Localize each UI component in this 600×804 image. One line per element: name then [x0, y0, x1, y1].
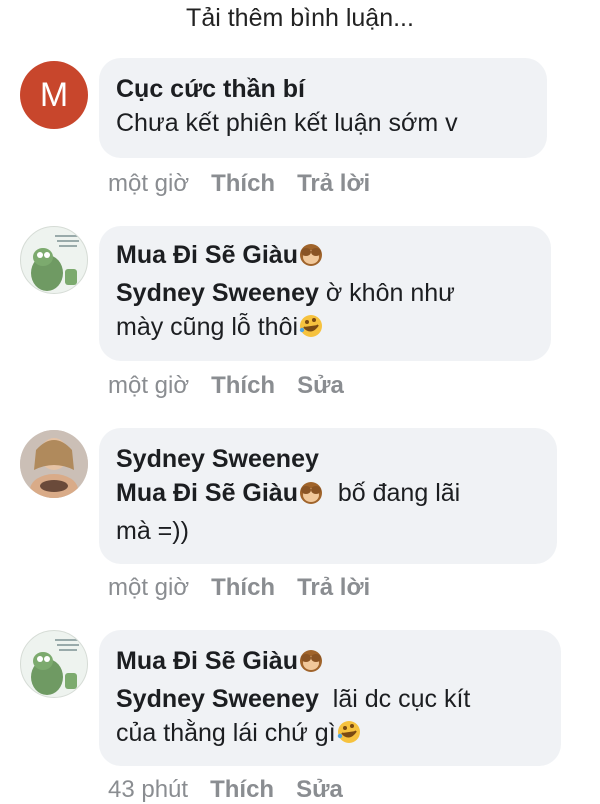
pepe-avatar-icon	[31, 639, 81, 695]
like-button[interactable]: Thích	[211, 574, 275, 602]
comment-actions: một giờ Thích Trả lời	[108, 170, 392, 198]
comment-time: một giờ	[108, 574, 190, 601]
comment-text-line1: ờ khôn như	[318, 279, 455, 307]
see-no-evil-monkey-emoji-icon	[298, 647, 324, 682]
comment-text-row2: mày cũng lỗ thôi	[116, 310, 533, 348]
comment-author[interactable]: Mua Đi Sẽ Giàu	[116, 644, 543, 682]
mention-name: Mua Đi Sẽ Giàu	[116, 479, 298, 507]
comment-text-line2: mà =))	[116, 517, 189, 545]
comment-text-line2: của thằng lái chứ gì	[116, 719, 336, 747]
comment-time: một giờ	[108, 170, 190, 197]
comment-author-name: Mua Đi Sẽ Giàu	[116, 647, 298, 675]
mention-tag[interactable]: Mua Đi Sẽ Giàu	[116, 479, 324, 507]
avatar[interactable]	[20, 630, 88, 698]
load-more-comments-link[interactable]: Tải thêm bình luận...	[0, 0, 600, 40]
comment-text-line1: lãi dc cục kít	[318, 685, 471, 713]
avatar[interactable]: M	[20, 61, 88, 129]
profile-photo-icon	[20, 430, 88, 498]
reply-button[interactable]: Trả lời	[297, 170, 370, 198]
reply-button[interactable]: Trả lời	[297, 574, 370, 602]
mention-tag[interactable]: Sydney Sweeney	[116, 279, 319, 307]
comment-author[interactable]: Cục cức thần bí	[116, 72, 529, 106]
rolling-laughing-emoji-icon	[298, 313, 324, 348]
comment-bubble: Cục cức thần bí Chưa kết phiên kết luận …	[99, 58, 547, 158]
avatar[interactable]	[20, 226, 88, 294]
comment-actions: một giờ Thích Trả lời	[108, 574, 392, 602]
comment-author-name: Mua Đi Sẽ Giàu	[116, 241, 298, 269]
avatar[interactable]	[20, 430, 88, 498]
comment-text-line2: mày cũng lỗ thôi	[116, 313, 299, 341]
comment-time: một giờ	[108, 372, 190, 399]
see-no-evil-monkey-emoji-icon	[298, 479, 324, 514]
comment-bubble: Mua Đi Sẽ Giàu Sydney Sweeney ờ khôn như…	[99, 226, 551, 361]
see-no-evil-monkey-emoji-icon	[298, 241, 324, 276]
comment-text: Sydney Sweeney lãi dc cục kít	[116, 682, 543, 716]
comment-text-row2: của thằng lái chứ gì	[116, 716, 543, 754]
comment-text: Chưa kết phiên kết luận sớm v	[116, 109, 458, 137]
edit-button[interactable]: Sửa	[297, 372, 344, 400]
comment-bubble: Mua Đi Sẽ Giàu Sydney Sweeney lãi dc cục…	[99, 630, 561, 766]
comment-author[interactable]: Sydney Sweeney	[116, 442, 539, 476]
pepe-avatar-icon	[31, 235, 81, 291]
comment-bubble: Sydney Sweeney Mua Đi Sẽ Giàu bố đang lã…	[99, 428, 557, 564]
comment-text: Mua Đi Sẽ Giàu bố đang lãi	[116, 476, 539, 514]
mention-tag[interactable]: Sydney Sweeney	[116, 685, 319, 713]
like-button[interactable]: Thích	[211, 372, 275, 400]
comment-text: Sydney Sweeney ờ khôn như	[116, 276, 533, 310]
rolling-laughing-emoji-icon	[336, 719, 362, 754]
like-button[interactable]: Thích	[211, 170, 275, 198]
comment-actions: một giờ Thích Sửa	[108, 372, 366, 400]
comment-author[interactable]: Mua Đi Sẽ Giàu	[116, 238, 533, 276]
comment-text-line1: bố đang lãi	[323, 479, 461, 507]
